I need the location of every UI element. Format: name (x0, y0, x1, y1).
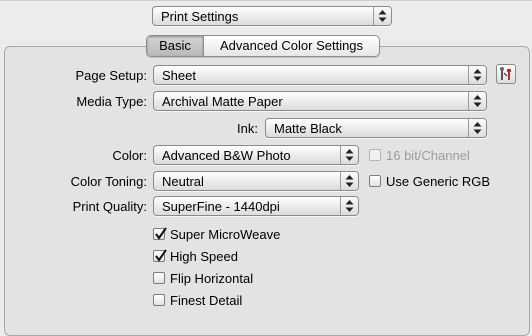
super-microweave-checkbox[interactable] (153, 227, 167, 240)
up-down-arrows-icon (340, 146, 358, 164)
print-quality-value: SuperFine - 1440dpi (162, 199, 280, 214)
page-setup-label: Page Setup: (75, 68, 147, 83)
use-generic-rgb-label: Use Generic RGB (386, 174, 491, 189)
settings-panel (4, 46, 530, 336)
top-divider (0, 0, 532, 1)
finest-detail-label: Finest Detail (170, 293, 243, 308)
color-toning-popup[interactable]: Neutral (153, 171, 359, 191)
color-value: Advanced B&W Photo (162, 148, 291, 163)
up-down-arrows-icon (468, 66, 486, 84)
flip-horizontal-label: Flip Horizontal (170, 271, 254, 286)
ink-popup[interactable]: Matte Black (265, 118, 487, 138)
media-type-value: Archival Matte Paper (162, 94, 283, 109)
checkmark-icon (155, 249, 167, 262)
tab-advanced-color-settings[interactable]: Advanced Color Settings (204, 36, 379, 56)
tab-bar: Basic Advanced Color Settings (146, 35, 380, 57)
up-down-arrows-icon (468, 92, 486, 110)
high-speed-label: High Speed (170, 249, 238, 264)
ink-label: Ink: (237, 121, 258, 136)
color-toning-label: Color Toning: (70, 174, 147, 189)
media-type-label: Media Type: (76, 94, 147, 109)
bit16-label: 16 bit/Channel (386, 148, 470, 163)
print-quality-label: Print Quality: (72, 199, 147, 214)
finest-detail-checkbox[interactable] (153, 294, 165, 306)
ink-value: Matte Black (274, 121, 342, 136)
up-down-arrows-icon (373, 7, 391, 25)
tab-basic[interactable]: Basic (147, 36, 204, 56)
high-speed-checkbox[interactable] (153, 249, 167, 262)
up-down-arrows-icon (340, 172, 358, 190)
checkmark-icon (155, 227, 167, 240)
print-quality-popup[interactable]: SuperFine - 1440dpi (153, 196, 359, 216)
media-type-popup[interactable]: Archival Matte Paper (153, 91, 487, 111)
color-label: Color: (112, 148, 147, 163)
print-settings-popup-label: Print Settings (161, 9, 239, 24)
page-setup-value: Sheet (162, 68, 196, 83)
up-down-arrows-icon (340, 197, 358, 215)
up-down-arrows-icon (468, 119, 486, 137)
bit16-checkbox[interactable] (369, 149, 381, 161)
tools-icon (500, 67, 511, 80)
super-microweave-label: Super MicroWeave (170, 227, 281, 242)
flip-horizontal-checkbox[interactable] (153, 272, 165, 284)
utility-button[interactable] (496, 64, 516, 84)
color-popup[interactable]: Advanced B&W Photo (153, 145, 359, 165)
color-toning-value: Neutral (162, 174, 204, 189)
use-generic-rgb-checkbox[interactable] (369, 175, 381, 187)
page-setup-popup[interactable]: Sheet (153, 65, 487, 85)
print-settings-popup[interactable]: Print Settings (152, 6, 392, 26)
